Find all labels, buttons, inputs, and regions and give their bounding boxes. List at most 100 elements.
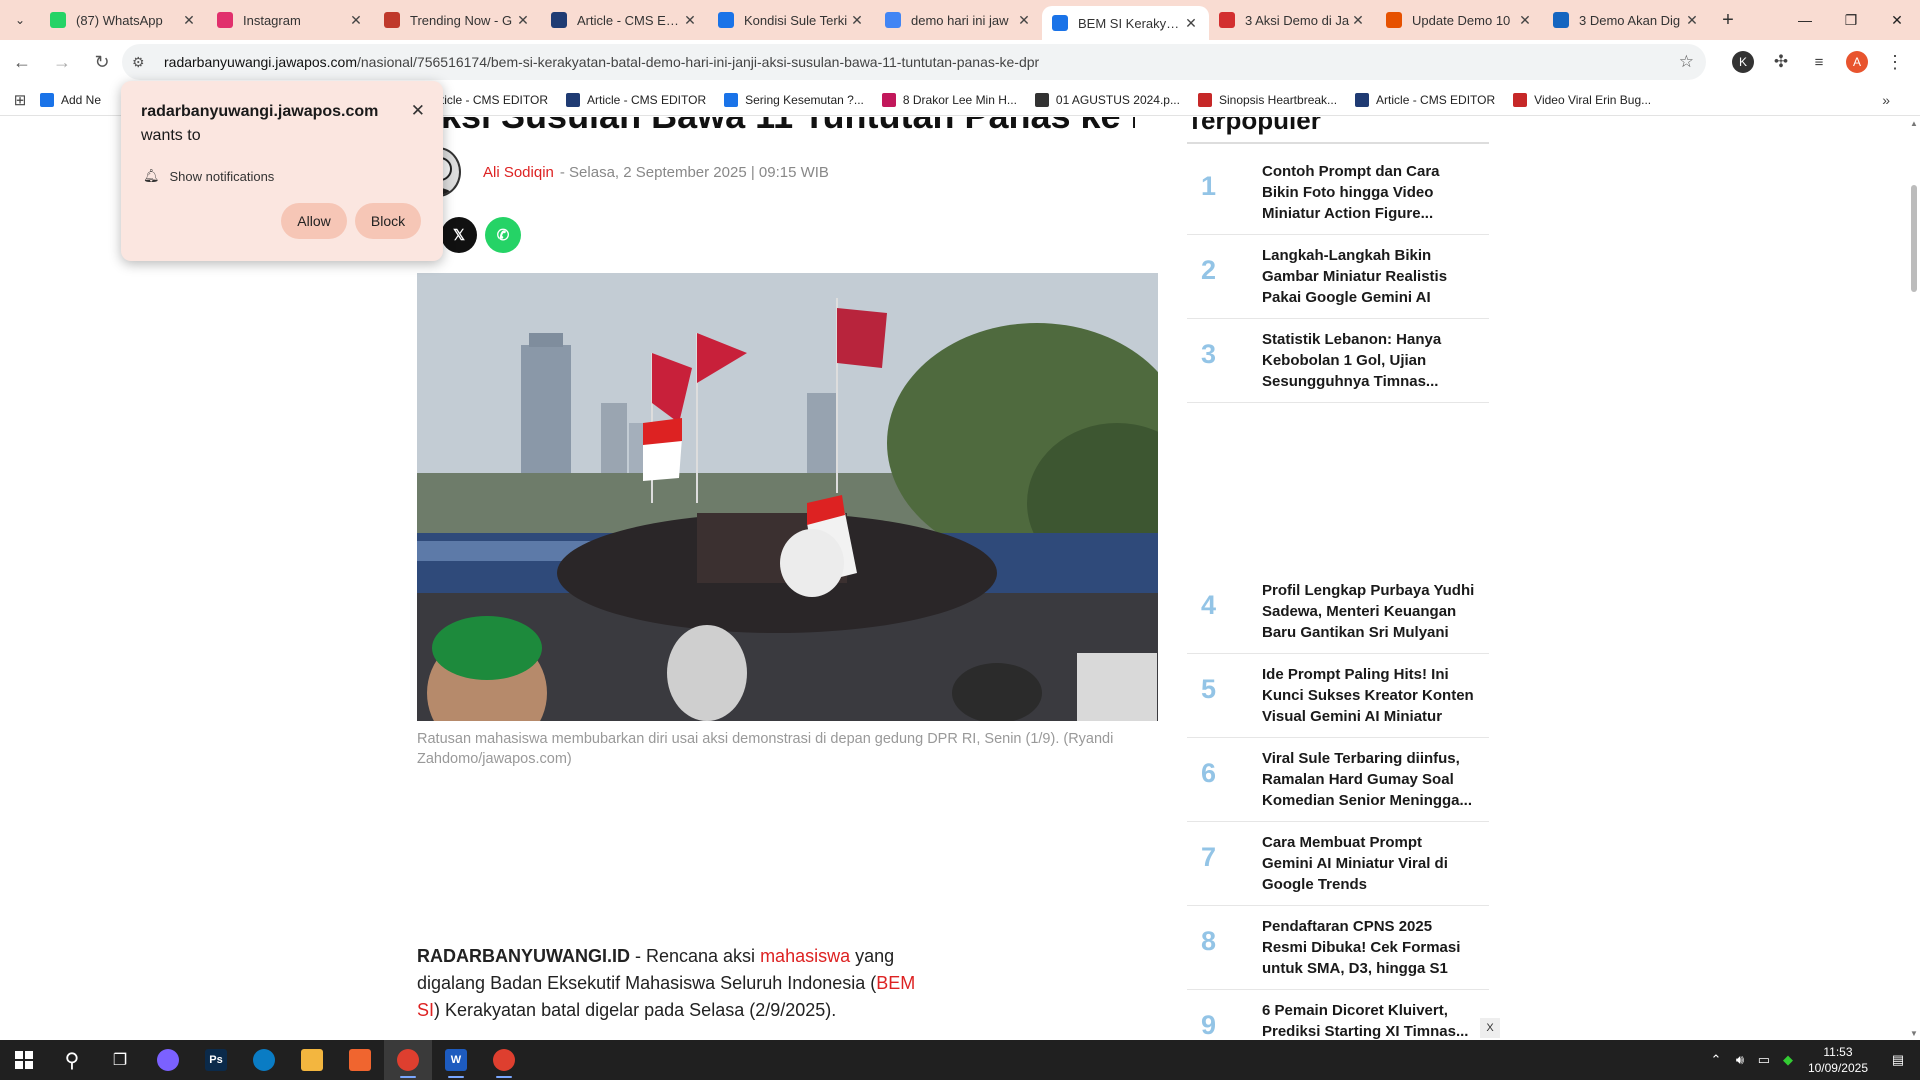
browser-tab[interactable]: demo hari ini jaw ✕	[875, 0, 1042, 40]
security-shield-icon[interactable]: ◆	[1776, 1052, 1800, 1068]
notification-center-icon[interactable]: ▤	[1886, 1052, 1910, 1068]
ad-close-button[interactable]: X	[1480, 1018, 1500, 1038]
allow-button[interactable]: Allow	[281, 203, 347, 239]
close-tab-icon[interactable]: ✕	[1517, 12, 1533, 29]
close-tab-icon[interactable]: ✕	[1016, 12, 1032, 29]
bookmark-item[interactable]: Article - CMS EDITOR	[566, 92, 706, 107]
bookmark-item[interactable]: Video Viral Erin Bug...	[1513, 92, 1651, 107]
browser-tab[interactable]: (87) WhatsApp ✕	[40, 0, 207, 40]
start-button[interactable]	[0, 1040, 48, 1080]
tab-title: BEM SI Kerakyata	[1078, 15, 1183, 31]
popular-item[interactable]: 5 Ide Prompt Paling Hits! Ini Kunci Sukse…	[1187, 654, 1489, 738]
file-explorer-icon[interactable]	[288, 1040, 336, 1080]
tab-search-button[interactable]: ⌄	[0, 0, 40, 40]
paint-app-icon[interactable]	[336, 1040, 384, 1080]
bookmark-item[interactable]: Article - CMS EDITOR	[1355, 92, 1495, 107]
page-scrollbar[interactable]: ▲ ▼	[1908, 117, 1920, 1040]
restore-button[interactable]: ❐	[1828, 0, 1874, 40]
minimize-button[interactable]: —	[1782, 0, 1828, 40]
new-tab-button[interactable]: +	[1710, 9, 1746, 32]
x-share-icon[interactable]: 𝕏	[441, 217, 477, 253]
popular-item[interactable]: 3 Statistik Lebanon: Hanya Kebobolan 1 Go…	[1187, 319, 1489, 403]
close-tab-icon[interactable]: ✕	[1684, 12, 1700, 29]
scroll-down-arrow[interactable]: ▼	[1910, 1029, 1918, 1038]
popular-item[interactable]: 7 Cara Membuat Prompt Gemini AI Miniatur …	[1187, 822, 1489, 906]
popup-close-icon[interactable]: ✕	[411, 101, 425, 121]
popular-item[interactable]: 1 Contoh Prompt dan Cara Bikin Foto hingg…	[1187, 151, 1489, 235]
jawapos-icon	[1052, 15, 1068, 31]
author-name[interactable]: Ali Sodiqin	[483, 164, 554, 181]
article-lead-paragraph: RADARBANYUWANGI.ID - Rencana aksi mahasi…	[417, 943, 937, 1024]
scrollbar-thumb[interactable]	[1911, 185, 1917, 292]
browser-tab[interactable]: BEM SI Kerakyata ✕	[1042, 6, 1209, 40]
close-window-button[interactable]: ✕	[1874, 0, 1920, 40]
browser-tab[interactable]: Instagram ✕	[207, 0, 374, 40]
browser-tab[interactable]: 3 Demo Akan Dig ✕	[1543, 0, 1710, 40]
bookmark-item[interactable]: 01 AGUSTUS 2024.p...	[1034, 92, 1180, 107]
popular-rank: 8	[1201, 926, 1217, 956]
bookmarks-overflow-icon[interactable]: »	[1882, 92, 1890, 108]
close-tab-icon[interactable]: ✕	[515, 12, 531, 29]
popular-headline[interactable]: Viral Sule Terbaring diinfus, Ramalan Ha…	[1262, 748, 1477, 811]
cms-icon	[551, 12, 567, 28]
photoshop-icon[interactable]: Ps	[192, 1040, 240, 1080]
bookmark-item[interactable]: 8 Drakor Lee Min H...	[881, 92, 1017, 107]
popular-headline[interactable]: Statistik Lebanon: Hanya Kebobolan 1 Gol…	[1262, 329, 1477, 392]
popular-item[interactable]: 9 6 Pemain Dicoret Kluivert, Prediksi Sta…	[1187, 990, 1489, 1040]
browser-tab[interactable]: Kondisi Sule Terki ✕	[708, 0, 875, 40]
clock[interactable]: 11:53 10/09/2025	[1808, 1044, 1868, 1076]
tag-link-mahasiswa[interactable]: mahasiswa	[760, 946, 850, 966]
network-icon[interactable]: ▭	[1752, 1052, 1776, 1068]
popular-item[interactable]: 8 Pendaftaran CPNS 2025 Resmi Dibuka! Cek…	[1187, 906, 1489, 990]
popular-item[interactable]: 4 Profil Lengkap Purbaya Yudhi Sadewa, Me…	[1187, 570, 1489, 654]
browser-tab[interactable]: Trending Now - G ✕	[374, 0, 541, 40]
popular-headline[interactable]: Ide Prompt Paling Hits! Ini Kunci Sukses…	[1262, 664, 1477, 727]
close-tab-icon[interactable]: ✕	[1183, 15, 1199, 32]
extensions-puzzle-icon[interactable]: ✣	[1762, 52, 1800, 72]
search-icon[interactable]: ⚲	[48, 1040, 96, 1080]
close-tab-icon[interactable]: ✕	[181, 12, 197, 29]
popular-item[interactable]: 2 Langkah-Langkah Bikin Gambar Miniatur R…	[1187, 235, 1489, 319]
browser-menu-icon[interactable]: ⋮	[1876, 52, 1914, 73]
block-button[interactable]: Block	[355, 203, 421, 239]
word-icon[interactable]: W	[432, 1040, 480, 1080]
close-tab-icon[interactable]: ✕	[1350, 12, 1366, 29]
bookmark-item[interactable]: Sinopsis Heartbreak...	[1197, 92, 1337, 107]
whatsapp-share-icon[interactable]: ✆	[485, 217, 521, 253]
popular-headline[interactable]: Pendaftaran CPNS 2025 Resmi Dibuka! Cek …	[1262, 916, 1477, 979]
copilot-icon[interactable]	[144, 1040, 192, 1080]
apps-grid-icon[interactable]: ⊞	[0, 91, 40, 109]
forward-button[interactable]: →	[44, 44, 80, 80]
chrome-icon[interactable]	[384, 1040, 432, 1080]
extension-k-button[interactable]: K	[1724, 51, 1762, 73]
popular-headline[interactable]: Cara Membuat Prompt Gemini AI Miniatur V…	[1262, 832, 1477, 895]
browser-tab[interactable]: Article - CMS EDIT ✕	[541, 0, 708, 40]
taskbar-app-glyph	[349, 1049, 371, 1071]
task-view-icon[interactable]: ❐	[96, 1040, 144, 1080]
back-button[interactable]: ←	[4, 44, 40, 80]
tray-overflow-icon[interactable]: ⌃	[1704, 1052, 1728, 1068]
media-control-icon[interactable]: ≡	[1800, 54, 1838, 71]
scroll-up-arrow[interactable]: ▲	[1910, 119, 1918, 128]
bookmark-item[interactable]: Sering Kesemutan ?...	[724, 92, 864, 107]
popular-headline[interactable]: Contoh Prompt dan Cara Bikin Foto hingga…	[1262, 161, 1477, 224]
popular-headline[interactable]: 6 Pemain Dicoret Kluivert, Prediksi Star…	[1262, 1000, 1477, 1040]
popular-headline[interactable]: Langkah-Langkah Bikin Gambar Miniatur Re…	[1262, 245, 1477, 308]
article-hero-image[interactable]	[417, 273, 1158, 721]
close-tab-icon[interactable]: ✕	[348, 12, 364, 29]
site-info-icon[interactable]: ⚙	[132, 54, 154, 71]
popular-item[interactable]: 6 Viral Sule Terbaring diinfus, Ramalan H…	[1187, 738, 1489, 822]
address-bar[interactable]: ⚙ radarbanyuwangi.jawapos.com/nasional/7…	[122, 44, 1706, 80]
volume-icon[interactable]: 🔊︎	[1728, 1052, 1752, 1068]
profile-avatar[interactable]: A	[1838, 51, 1876, 73]
edge-icon[interactable]	[240, 1040, 288, 1080]
reload-button[interactable]: ↻	[84, 44, 120, 80]
browser-tab[interactable]: Update Demo 10 ✕	[1376, 0, 1543, 40]
bookmark-item[interactable]: Add Ne	[40, 92, 101, 107]
close-tab-icon[interactable]: ✕	[849, 12, 865, 29]
chrome-icon[interactable]	[480, 1040, 528, 1080]
browser-tab[interactable]: 3 Aksi Demo di Ja ✕	[1209, 0, 1376, 40]
close-tab-icon[interactable]: ✕	[682, 12, 698, 29]
popular-headline[interactable]: Profil Lengkap Purbaya Yudhi Sadewa, Men…	[1262, 580, 1477, 643]
bookmark-star-icon[interactable]: ☆	[1679, 52, 1694, 72]
